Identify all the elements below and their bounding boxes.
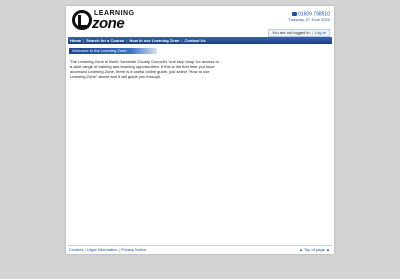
nav-item-search-course[interactable]: Search for a Course <box>84 38 126 43</box>
page-container: LEARNING zone 01609 798510 Tuesday, 07 J… <box>66 6 334 254</box>
logo-mark-icon <box>72 10 92 30</box>
login-status-text: You are not logged in <box>271 30 310 35</box>
main-nav: Home | Search for a Course | How to use … <box>68 37 332 44</box>
intro-text: The Learning Zone is North Yorkshire Cou… <box>70 59 219 79</box>
current-date: Tuesday, 07 June 2022 <box>288 17 330 23</box>
footer-link-privacy[interactable]: Privacy Notice <box>121 247 147 252</box>
up-arrow-icon: ▲ <box>326 247 330 252</box>
contact-info: 01609 798510 Tuesday, 07 June 2022 <box>288 12 330 23</box>
up-arrow-icon: ▲ <box>298 247 303 252</box>
nav-item-contact-us[interactable]: Contact Us <box>183 38 208 43</box>
footer-divider <box>68 245 332 246</box>
login-link[interactable]: Log In <box>315 30 326 35</box>
top-of-page-link[interactable]: ▲ Top of page ▲ <box>299 247 330 252</box>
login-status-bar: You are not logged in | Log In <box>267 29 330 37</box>
learning-zone-logo[interactable]: LEARNING zone <box>72 10 152 38</box>
phone-icon <box>292 12 298 16</box>
nav-item-how-to-use[interactable]: How to use Learning Zone <box>127 38 181 43</box>
footer-link-cookies[interactable]: Cookies <box>69 247 83 252</box>
login-separator: | <box>310 30 314 35</box>
footer-links: Cookies | Legal Information | Privacy No… <box>69 247 147 252</box>
logo-main-text: zone <box>92 15 125 32</box>
footer-link-legal[interactable]: Legal Information <box>87 247 118 252</box>
nav-item-home[interactable]: Home <box>68 38 83 43</box>
section-title: Welcome to the Learning Zone <box>69 48 157 54</box>
top-of-page-text: Top of page <box>304 247 325 252</box>
